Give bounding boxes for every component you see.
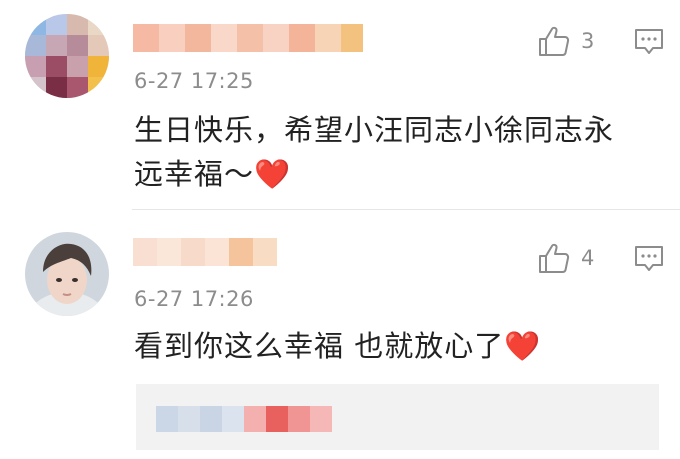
divider (132, 209, 680, 210)
heart-emoji: ❤️ (504, 329, 542, 363)
like-count: 3 (581, 29, 595, 53)
comment-timestamp: 6-27 17:25 (134, 69, 254, 93)
like-button[interactable]: 4 (537, 241, 594, 275)
avatar[interactable] (25, 232, 109, 316)
like-count: 4 (581, 246, 595, 270)
sub-reply-blurred-text (156, 406, 332, 432)
avatar-image (25, 232, 109, 316)
username-blurred[interactable] (133, 24, 363, 52)
comment-text-line: 生日快乐，希望小汪同志小徐同志永 (134, 113, 615, 147)
comment-timestamp: 6-27 17:26 (134, 287, 254, 311)
avatar[interactable] (25, 14, 109, 98)
like-button[interactable]: 3 (537, 24, 594, 58)
sub-reply-preview[interactable] (136, 384, 659, 450)
username-blurred[interactable] (133, 238, 277, 266)
comment-text: 生日快乐，希望小汪同志小徐同志永 远幸福～❤️ (134, 108, 614, 196)
comment-icon[interactable] (633, 244, 665, 274)
comment-icon[interactable] (633, 27, 665, 57)
avatar-image (25, 14, 109, 98)
comment-text: 看到你这么幸福 也就放心了❤️ (134, 329, 542, 363)
heart-emoji: ❤️ (254, 157, 292, 191)
thumbs-up-icon (539, 243, 570, 273)
comment-list: 6-27 17:25 3 生日快乐，希望小汪同志小徐同志永 远幸福～❤️ 6-2… (0, 0, 680, 459)
thumbs-up-icon (539, 26, 570, 56)
comment-text-line: 远幸福～❤️ (134, 157, 292, 191)
